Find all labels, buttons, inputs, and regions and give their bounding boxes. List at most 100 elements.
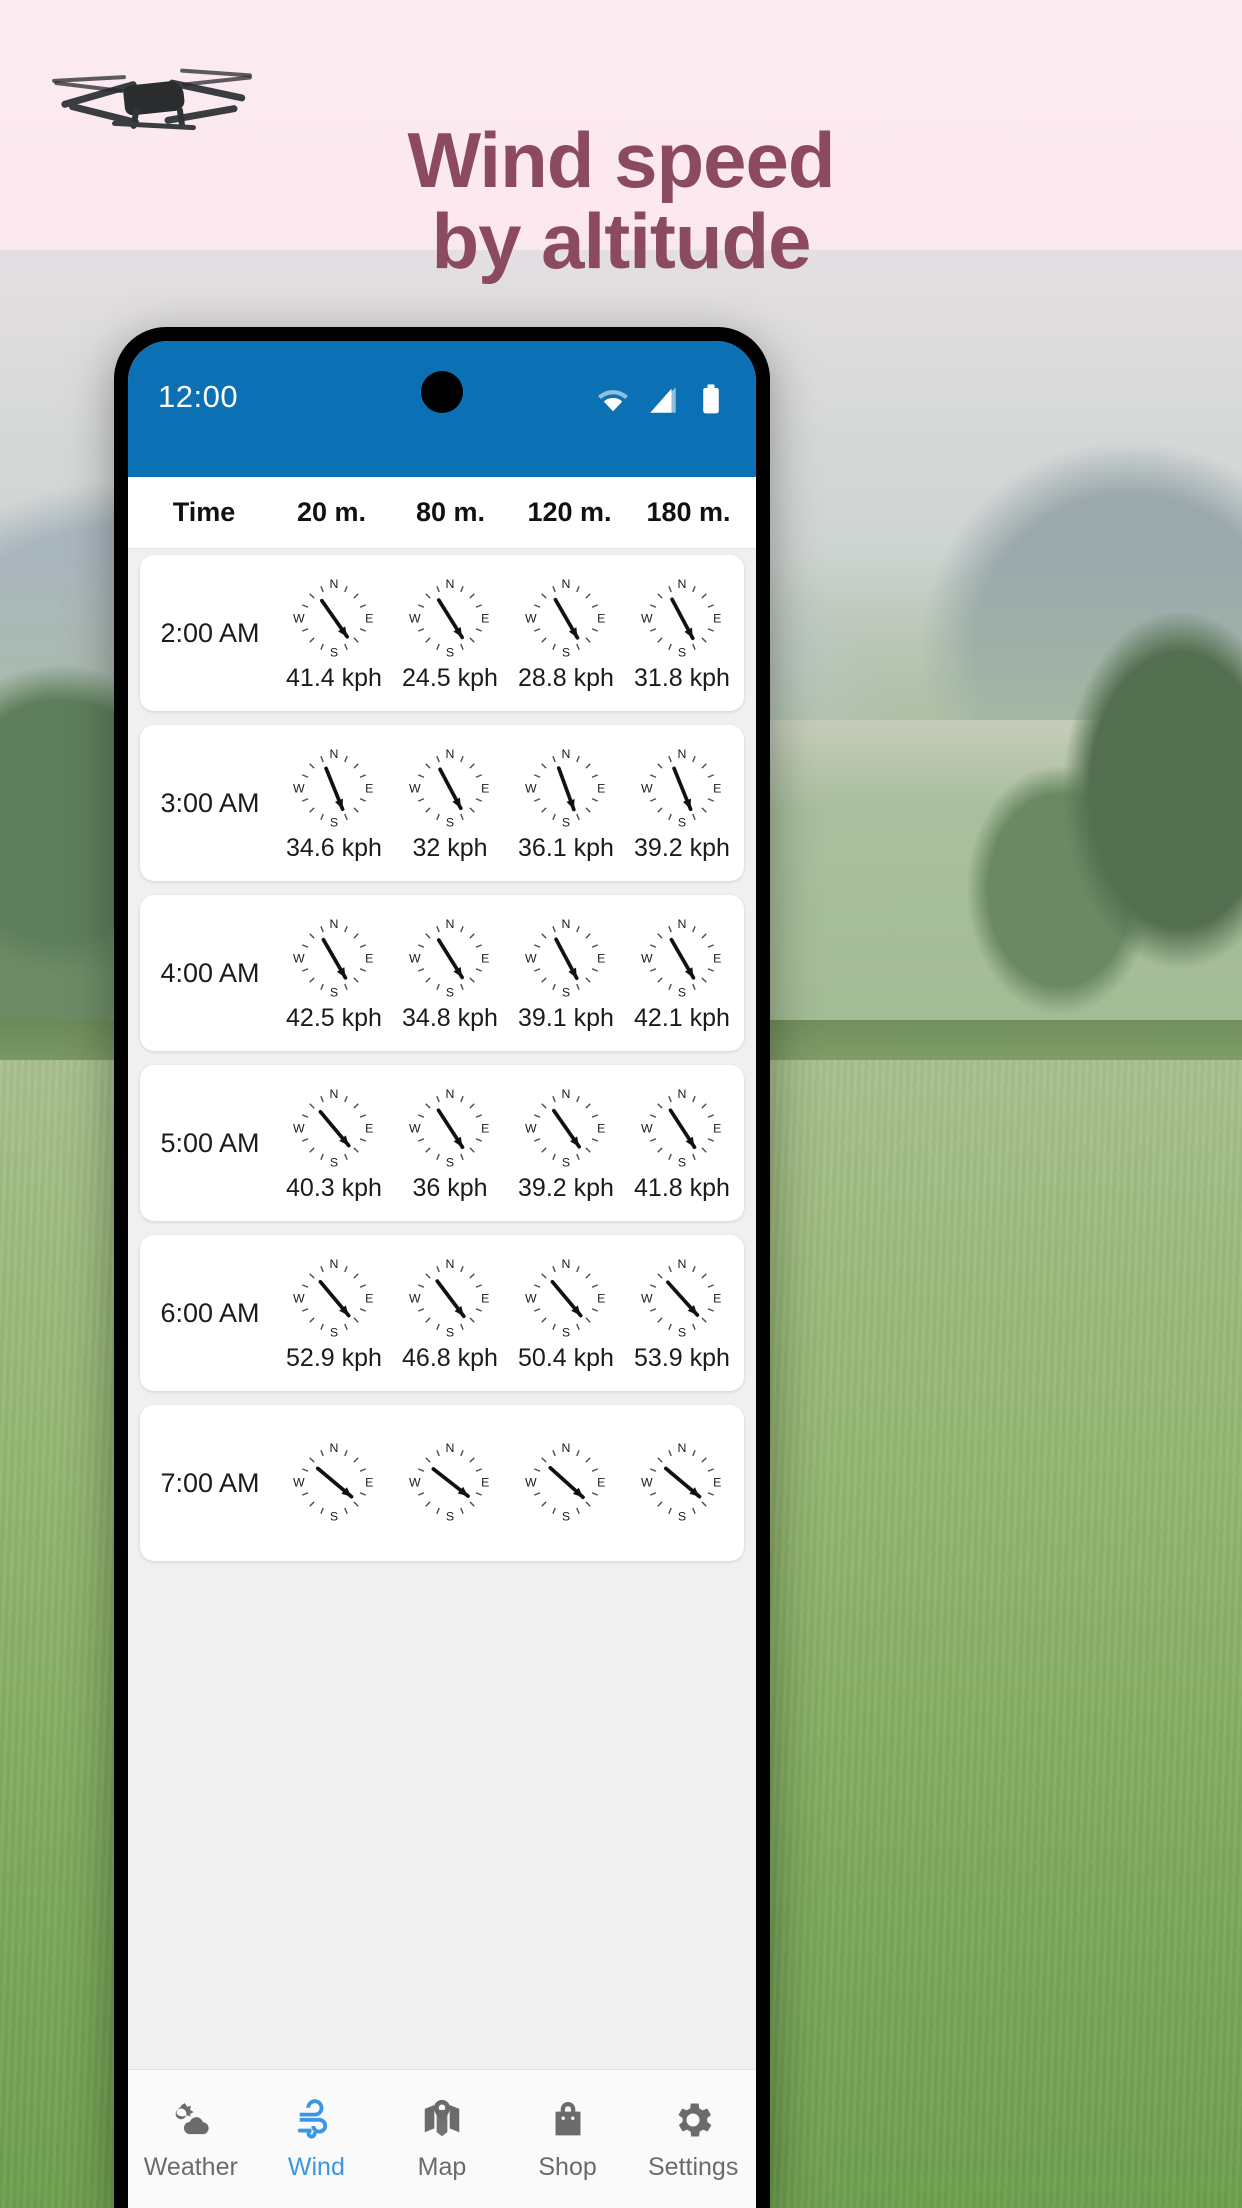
svg-text:E: E (713, 1475, 721, 1489)
wind-direction-compass-icon: N S E W (525, 577, 605, 660)
column-header-20m: 20 m. (272, 497, 391, 528)
wind-cell: N S E W (276, 1438, 392, 1528)
wind-speed-label: 53.9 kph (634, 1343, 730, 1372)
svg-text:W: W (641, 1121, 653, 1135)
nav-item-shop[interactable]: Shop (505, 2097, 631, 2182)
wind-forecast-list[interactable]: 2:00 AM N S E W 41.4 kph N S E W 24.5 kp… (128, 549, 756, 2069)
svg-text:N: N (330, 1257, 339, 1271)
svg-text:N: N (330, 917, 339, 931)
wind-cell: N S E W 34.6 kph (276, 744, 392, 863)
wind-speed-label: 42.1 kph (634, 1003, 730, 1032)
cellular-signal-icon (650, 387, 676, 413)
map-pin-icon[interactable] (419, 2097, 465, 2143)
table-row[interactable]: 5:00 AM N S E W 40.3 kph N S E W 36 kph (140, 1065, 744, 1221)
svg-text:S: S (562, 1155, 570, 1169)
wind-speed-label: 46.8 kph (402, 1343, 498, 1372)
svg-text:N: N (678, 747, 687, 761)
svg-text:E: E (365, 951, 373, 965)
nav-item-weather[interactable]: Weather (128, 2097, 254, 2182)
svg-text:N: N (446, 1087, 455, 1101)
svg-text:N: N (330, 747, 339, 761)
svg-text:N: N (330, 577, 339, 591)
wind-speed-label: 34.6 kph (286, 833, 382, 862)
column-header-80m-label: 80 m. (415, 497, 486, 527)
wind-cell: N S E W 39.2 kph (624, 744, 740, 863)
wind-cell: N S E W 53.9 kph (624, 1254, 740, 1373)
svg-text:S: S (330, 815, 338, 829)
sun-cloud-icon[interactable] (168, 2097, 214, 2143)
table-row[interactable]: 7:00 AM N S E W N S E W N S E W N S E W (140, 1405, 744, 1561)
headline-line-2: by altitude (431, 197, 811, 286)
wind-cell: N S E W 50.4 kph (508, 1254, 624, 1373)
svg-text:N: N (678, 1257, 687, 1271)
gear-icon[interactable] (670, 2097, 716, 2143)
wind-direction-compass-icon: N S E W (293, 1441, 373, 1524)
wind-speed-label: 24.5 kph (402, 663, 498, 692)
svg-text:E: E (713, 1291, 721, 1305)
wind-cell: N S E W 46.8 kph (392, 1254, 508, 1373)
svg-text:N: N (330, 1087, 339, 1101)
wind-direction-compass-icon: N S E W (641, 917, 721, 1000)
svg-text:E: E (481, 1291, 489, 1305)
wind-direction-compass-icon: N S E W (409, 917, 489, 1000)
table-row[interactable]: 4:00 AM N S E W 42.5 kph N S E W 34.8 kp… (140, 895, 744, 1051)
svg-text:S: S (446, 645, 454, 659)
wind-speed-label: 32 kph (412, 833, 488, 862)
svg-text:N: N (446, 917, 455, 931)
wind-cell: N S E W 36.1 kph (508, 744, 624, 863)
svg-text:W: W (293, 951, 305, 965)
nav-item-settings[interactable]: Settings (630, 2097, 756, 2182)
wind-direction-compass-icon: N S E W (641, 1087, 721, 1170)
camera-notch (421, 371, 463, 413)
svg-text:S: S (446, 1510, 454, 1524)
shopping-bag-icon[interactable] (545, 2097, 591, 2143)
svg-text:N: N (446, 1441, 455, 1455)
wind-direction-compass-icon: N S E W (525, 917, 605, 1000)
svg-text:W: W (409, 951, 421, 965)
svg-text:S: S (678, 815, 686, 829)
svg-text:S: S (562, 1510, 570, 1524)
svg-text:N: N (446, 577, 455, 591)
svg-text:W: W (641, 611, 653, 625)
row-time-label: 3:00 AM (160, 787, 260, 818)
svg-text:N: N (562, 1087, 571, 1101)
svg-text:S: S (446, 815, 454, 829)
nav-item-label: Wind (287, 2152, 345, 2181)
bottom-navigation-bar[interactable]: Weather Wind Map Shop Settings (128, 2069, 756, 2208)
svg-text:W: W (641, 1291, 653, 1305)
wind-direction-compass-icon: N S E W (293, 1087, 373, 1170)
svg-text:W: W (525, 1121, 537, 1135)
svg-text:E: E (481, 611, 489, 625)
table-row[interactable]: 2:00 AM N S E W 41.4 kph N S E W 24.5 kp… (140, 555, 744, 711)
wind-direction-compass-icon: N S E W (525, 1257, 605, 1340)
row-time-label: 5:00 AM (160, 1127, 260, 1158)
column-header-time: Time (136, 497, 272, 528)
svg-text:E: E (713, 951, 721, 965)
status-icons (596, 379, 726, 417)
svg-text:E: E (713, 1121, 721, 1135)
nav-item-label: Shop (538, 2152, 597, 2181)
wind-direction-compass-icon: N S E W (293, 577, 373, 660)
wind-cell: N S E W 36 kph (392, 1084, 508, 1203)
nav-item-wind[interactable]: Wind (254, 2097, 380, 2182)
svg-text:E: E (481, 781, 489, 795)
table-row[interactable]: 6:00 AM N S E W 52.9 kph N S E W 46.8 kp… (140, 1235, 744, 1391)
svg-text:W: W (409, 781, 421, 795)
row-time-label: 6:00 AM (160, 1297, 260, 1328)
column-header-20m-label: 20 m. (296, 497, 367, 527)
table-row[interactable]: 3:00 AM N S E W 34.6 kph N S E W 32 kph (140, 725, 744, 881)
wind-speed-label: 39.2 kph (634, 833, 730, 862)
svg-text:W: W (293, 781, 305, 795)
svg-text:S: S (678, 1155, 686, 1169)
wind-direction-compass-icon: N S E W (409, 1087, 489, 1170)
svg-text:E: E (365, 1475, 373, 1489)
svg-text:S: S (678, 1510, 686, 1524)
table-header-row: Time 20 m. 80 m. 120 m. 180 m. (128, 477, 756, 549)
svg-text:S: S (330, 985, 338, 999)
wind-icon[interactable] (293, 2097, 339, 2143)
wind-cell: N S E W 41.8 kph (624, 1084, 740, 1203)
nav-item-map[interactable]: Map (379, 2097, 505, 2182)
phone-screen: 12:00 Time 20 m. 80 m. 120 m. 180 m. 2:0… (128, 341, 756, 2208)
svg-text:W: W (525, 781, 537, 795)
svg-text:E: E (365, 781, 373, 795)
